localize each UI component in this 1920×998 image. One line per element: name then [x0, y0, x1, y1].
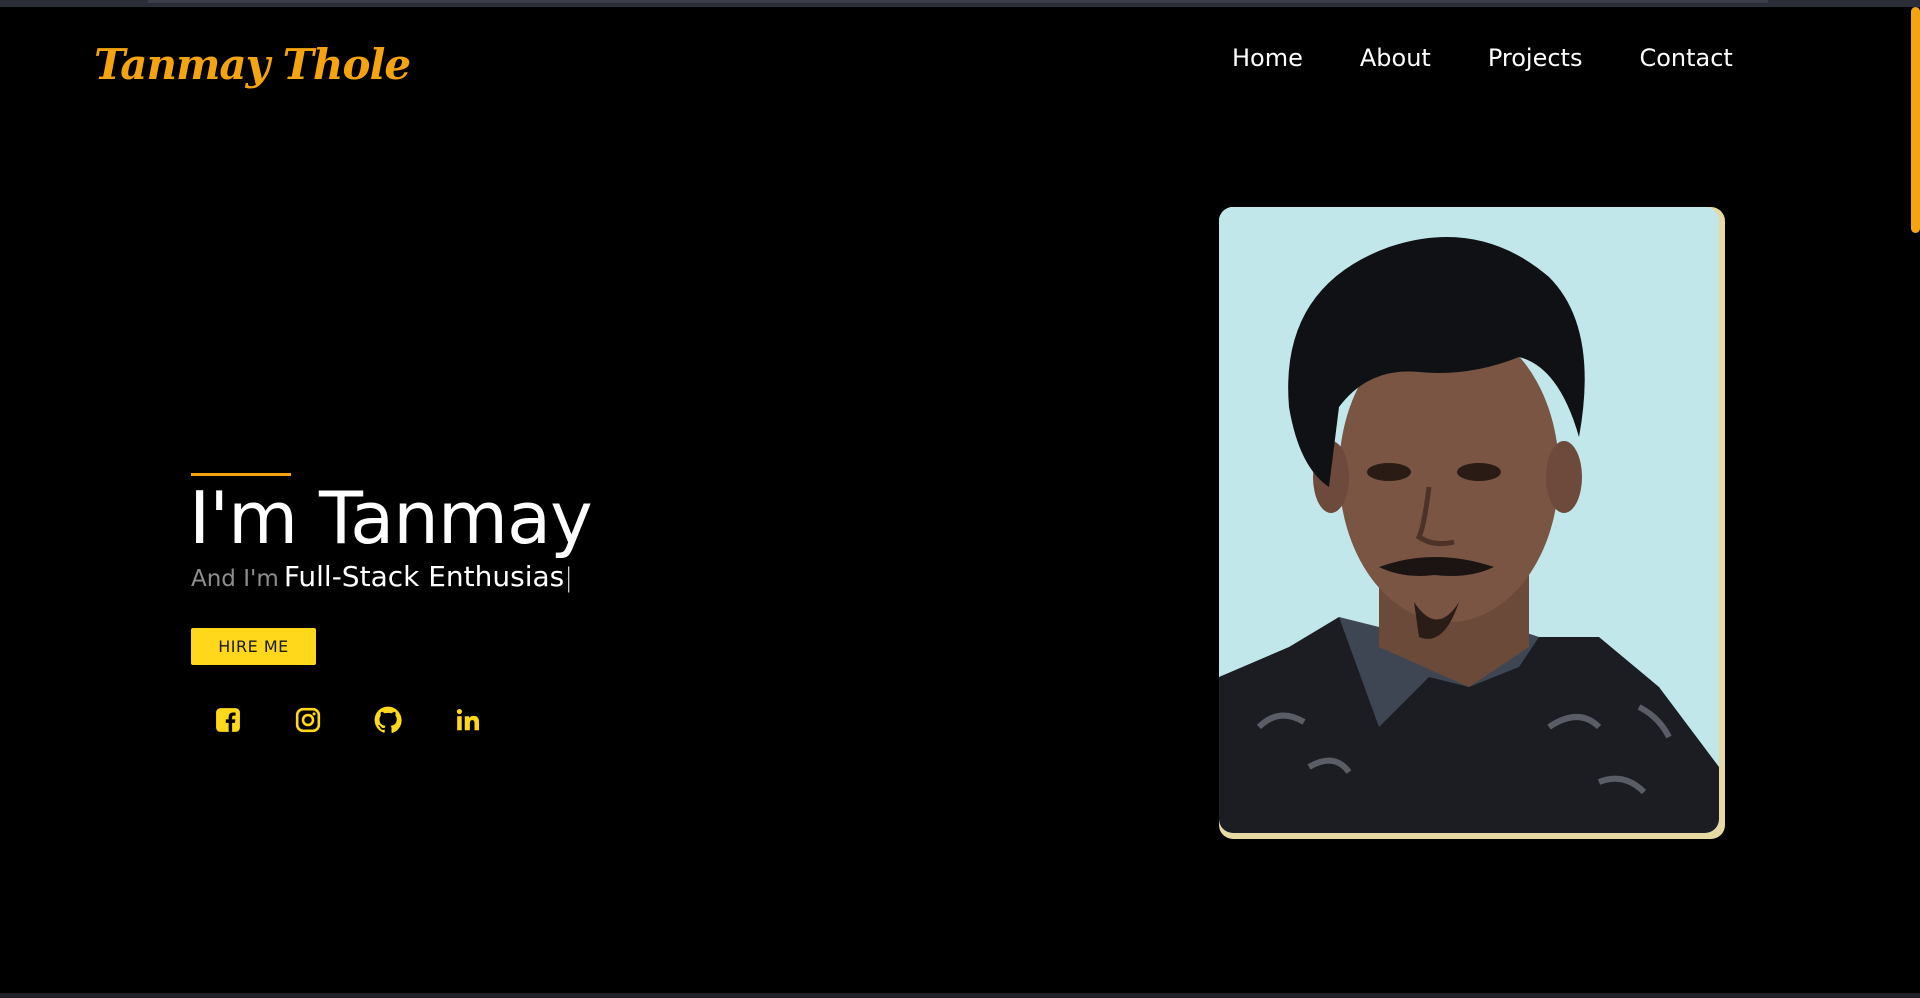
top-edge-highlight [148, 0, 1768, 3]
facebook-icon[interactable] [212, 704, 244, 736]
profile-photo-frame [1219, 207, 1725, 839]
main-nav: Home About Projects Contact [1232, 44, 1733, 72]
nav-about[interactable]: About [1360, 44, 1431, 72]
hero-subtitle: And I'm Full-Stack Enthusias| [191, 560, 573, 593]
github-icon[interactable] [372, 704, 404, 736]
nav-projects[interactable]: Projects [1488, 44, 1583, 72]
typing-cursor: | [564, 563, 574, 593]
browser-top-edge [0, 0, 1920, 7]
hero-lead-text: And I'm [191, 566, 279, 592]
profile-photo [1219, 207, 1719, 833]
hire-me-button[interactable]: HIRE ME [191, 628, 316, 665]
scrollbar-thumb[interactable] [1911, 7, 1920, 233]
social-links [212, 704, 484, 736]
site-logo[interactable]: Tanmay Thole [94, 40, 411, 89]
instagram-icon[interactable] [292, 704, 324, 736]
hero-role-typed: Full-Stack Enthusias [283, 560, 565, 593]
nav-home[interactable]: Home [1232, 44, 1303, 72]
browser-bottom-edge [0, 993, 1920, 998]
nav-contact[interactable]: Contact [1639, 44, 1732, 72]
hero-title: I'm Tanmay [189, 476, 593, 560]
linkedin-icon[interactable] [452, 704, 484, 736]
